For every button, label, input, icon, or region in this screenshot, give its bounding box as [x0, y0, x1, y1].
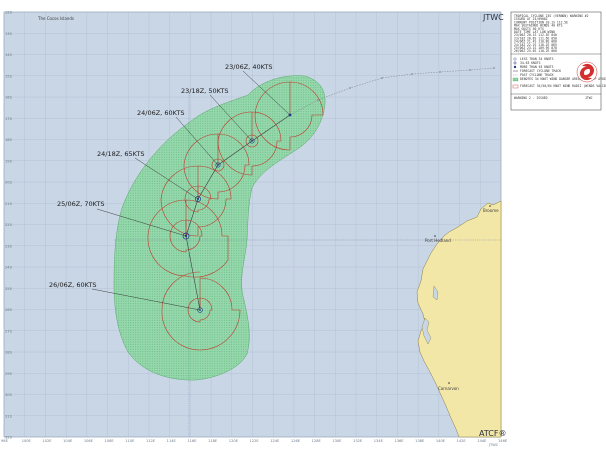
- latitude-tick-label: 25S: [5, 287, 13, 291]
- region-label: The Cocos Islands: [37, 16, 74, 21]
- atcf-brand: ATCF®: [479, 429, 506, 438]
- latitude-tick-label: 31S: [5, 414, 13, 418]
- latitude-tick-label: 17S: [5, 117, 13, 121]
- longitude-tick-label: 120E: [229, 439, 239, 443]
- longitude-tick-label: 110E: [125, 439, 135, 443]
- longitude-tick-label: 140E: [436, 439, 446, 443]
- latitude-tick-label: 27S: [5, 329, 13, 333]
- latitude-tick-label: 20S: [5, 181, 13, 185]
- longitude-tick-label: 128E: [312, 439, 322, 443]
- longitude-tick-label: 116E: [187, 439, 197, 443]
- info-legend-box: TROPICAL CYCLONE 23S (VERNON) WARNING #2…: [510, 11, 606, 111]
- latitude-labels: 12S 13S 14S 15S 16S 17S 18S 19S 20S 21S 22S 23S 24S 2…: [5, 11, 13, 440]
- longitude-tick-label: 122E: [250, 439, 260, 443]
- latitude-tick-label: 12S: [5, 11, 13, 15]
- track-map-page: 23/06Z, 40KTS 23/18Z, 50KTS 24/06Z, 60KT…: [0, 0, 606, 452]
- longitude-tick-label: 98E: [1, 439, 9, 443]
- latitude-tick-label: 18S: [5, 138, 13, 142]
- warning-summary-line: 26/06Z 25.6S 110.2E 060: [514, 49, 557, 53]
- svg-text:Broome: Broome: [483, 208, 499, 213]
- longitude-tick-label: 136E: [394, 439, 404, 443]
- cyclone-logo: [576, 61, 598, 83]
- longitude-tick-label: 108E: [105, 439, 115, 443]
- longitude-tick-label: 130E: [332, 439, 342, 443]
- latitude-tick-label: 15S: [5, 74, 13, 78]
- latitude-tick-label: 32S: [5, 436, 13, 440]
- label-23-18z: 23/18Z, 50KTS: [181, 87, 228, 95]
- latitude-tick-label: 21S: [5, 202, 13, 206]
- latitude-tick-label: 28S: [5, 351, 13, 355]
- longitude-tick-label: 134E: [374, 439, 384, 443]
- latitude-tick-label: 24S: [5, 266, 13, 270]
- label-24-18z: 24/18Z, 65KTS: [97, 150, 144, 158]
- longitude-labels: 98E 100E 102E 104E 106E 108E 110E 112E 114E 116E 1…: [1, 439, 508, 443]
- longitude-tick-label: 112E: [146, 439, 156, 443]
- longitude-tick-label: 100E: [22, 439, 32, 443]
- svg-text:Port Hedland: Port Hedland: [425, 238, 451, 243]
- longitude-tick-label: 118E: [208, 439, 218, 443]
- latitude-tick-label: 22S: [5, 223, 13, 227]
- latitude-tick-label: 19S: [5, 159, 13, 163]
- atcf-sub: JTWC: [488, 443, 499, 447]
- latitude-tick-label: 26S: [5, 308, 13, 312]
- latitude-tick-label: 16S: [5, 96, 13, 100]
- longitude-tick-label: 126E: [291, 439, 301, 443]
- longitude-tick-label: 146E: [498, 439, 508, 443]
- info-footer-right: JTWC: [585, 96, 593, 100]
- cyclone-track-map: 23/06Z, 40KTS 23/18Z, 50KTS 24/06Z, 60KT…: [1, 11, 606, 448]
- lat-lon-grid: [3, 11, 502, 438]
- label-25-06z: 25/06Z, 70KTS: [57, 200, 104, 208]
- latitude-tick-label: 23S: [5, 244, 13, 248]
- agency-label: JTWC: [482, 13, 504, 22]
- longitude-tick-label: 102E: [42, 439, 52, 443]
- legend-entry: FORECAST 34/50/64 KNOT WIND RADII (WINDS…: [520, 84, 606, 88]
- longitude-tick-label: 138E: [415, 439, 425, 443]
- longitude-tick-label: 132E: [353, 439, 363, 443]
- label-24-06z: 24/06Z, 60KTS: [137, 109, 184, 117]
- label-26-06z: 26/06Z, 60KTS: [49, 281, 96, 289]
- info-footer-left: WARNING 2 - ISSUED: [514, 96, 548, 100]
- longitude-tick-label: 144E: [477, 439, 487, 443]
- label-23-06z: 23/06Z, 40KTS: [225, 63, 272, 71]
- longitude-tick-label: 106E: [84, 439, 94, 443]
- svg-text:Carnarvon: Carnarvon: [438, 386, 459, 391]
- latitude-tick-label: 13S: [5, 32, 13, 36]
- latitude-tick-label: 14S: [5, 53, 13, 57]
- longitude-tick-label: 104E: [63, 439, 73, 443]
- longitude-tick-label: 124E: [270, 439, 280, 443]
- latitude-tick-label: 29S: [5, 372, 13, 376]
- latitude-tick-label: 30S: [5, 393, 13, 397]
- longitude-tick-label: 142E: [457, 439, 467, 443]
- longitude-tick-label: 114E: [167, 439, 177, 443]
